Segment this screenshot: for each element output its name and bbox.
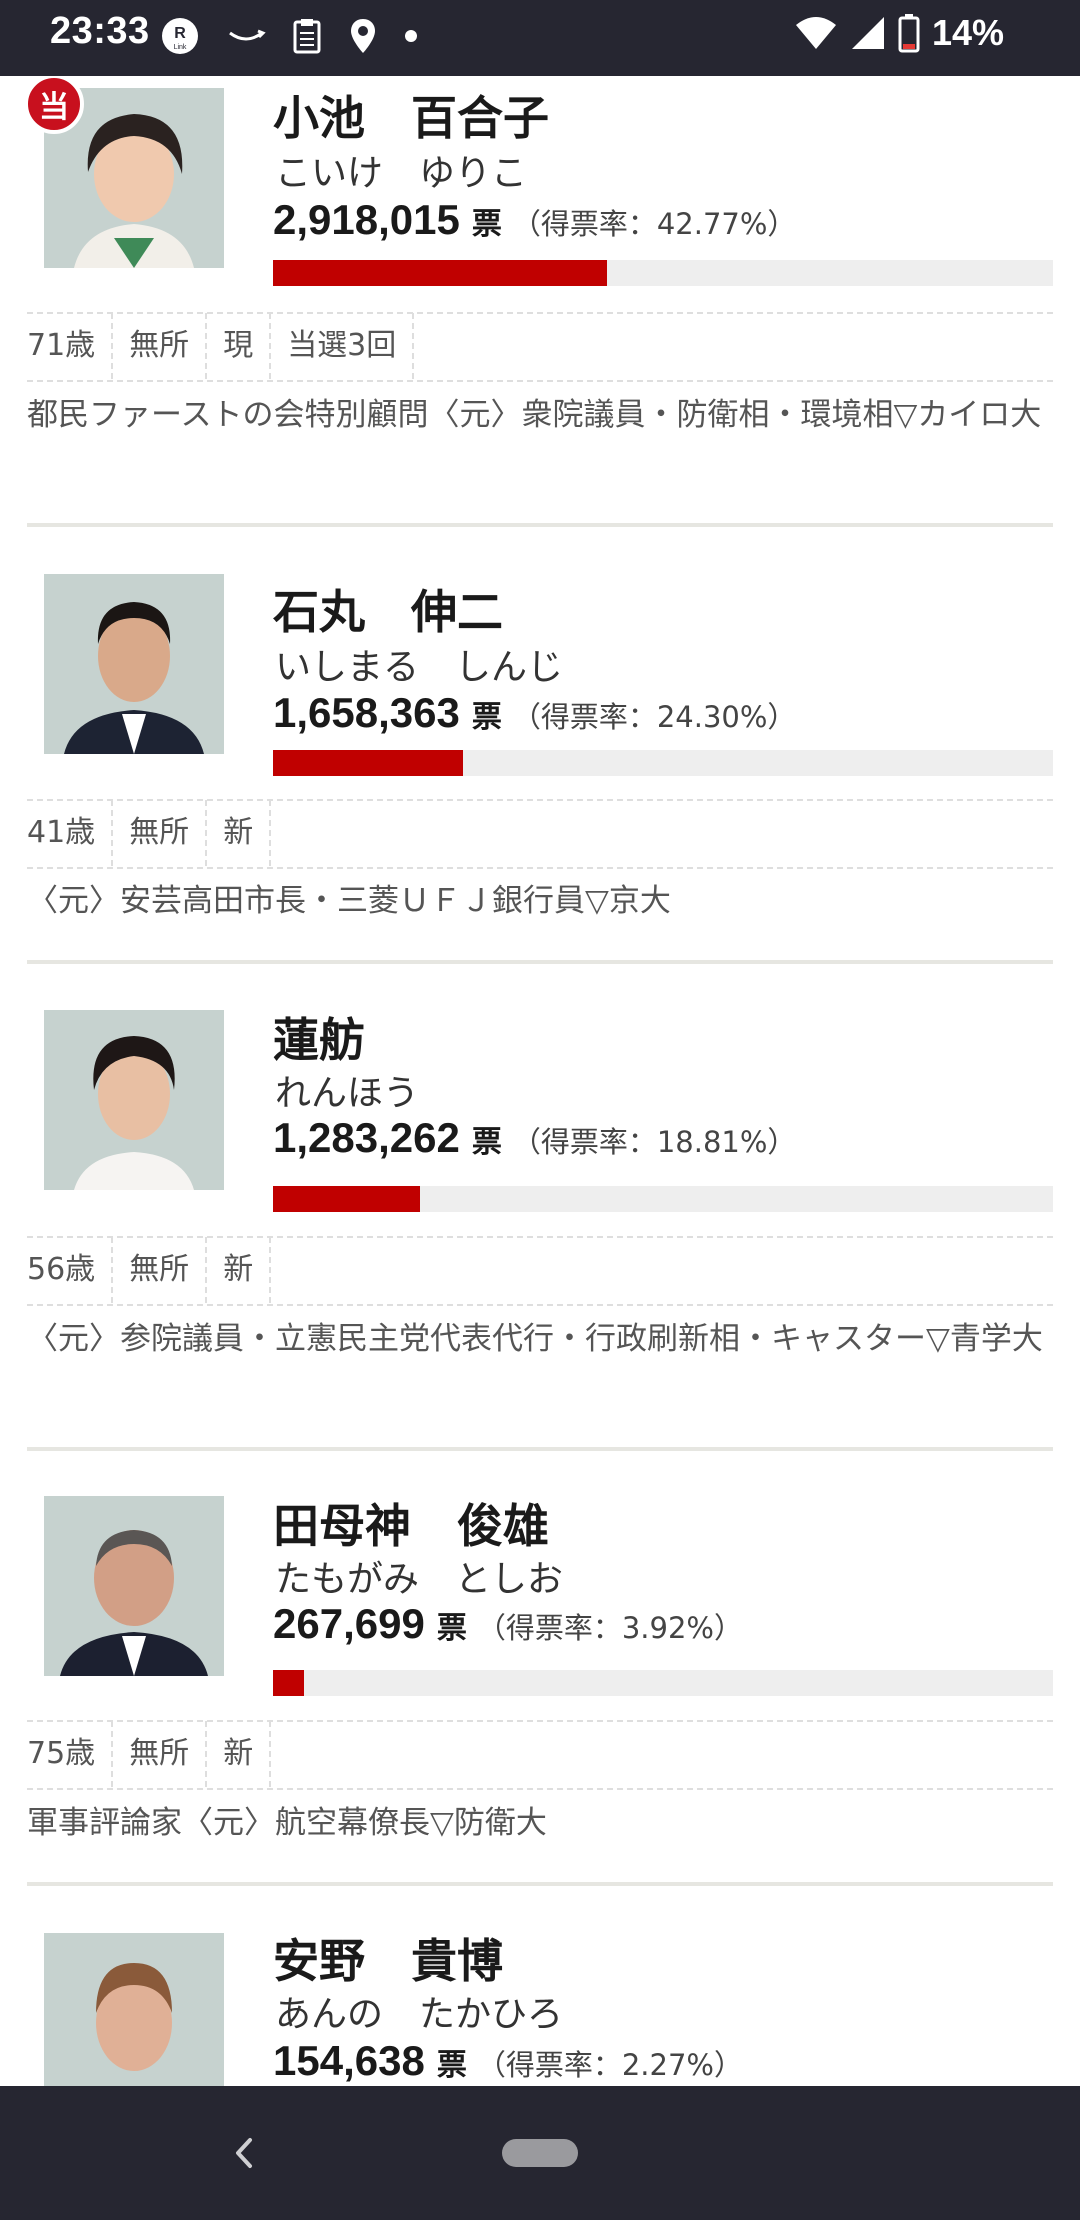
candidate-tags: 75歳 無所新 bbox=[27, 1721, 272, 1787]
candidate-photo bbox=[44, 1933, 224, 2086]
vote-count: 2,918,015 bbox=[273, 196, 460, 243]
svg-text:R: R bbox=[174, 25, 186, 42]
back-chevron-icon[interactable] bbox=[224, 2128, 264, 2178]
home-pill-button[interactable] bbox=[502, 2139, 578, 2167]
vote-rate: （得票率：2.27%） bbox=[476, 2048, 743, 2082]
candidate-kana: れんほう bbox=[275, 1073, 420, 1114]
vote-rate: （得票率：18.81%） bbox=[511, 1125, 797, 1159]
vote-count-row: 1,283,262 票 （得票率：18.81%） bbox=[273, 1114, 796, 1162]
vote-count: 154,638 bbox=[273, 2037, 425, 2084]
status-time: 23:33 bbox=[50, 10, 150, 52]
candidate-kana: こいけ ゆりこ bbox=[275, 153, 528, 194]
vote-count-row: 2,918,015 票 （得票率：42.77%） bbox=[273, 196, 796, 244]
vote-share-bar bbox=[273, 1670, 1053, 1696]
vote-share-bar bbox=[273, 260, 1053, 286]
system-nav-bar bbox=[0, 2086, 1080, 2220]
vote-count: 267,699 bbox=[273, 1600, 425, 1647]
candidate-kana: あんの たかひろ bbox=[275, 1994, 564, 2035]
card-separator bbox=[27, 1447, 1053, 1451]
vote-share-fill bbox=[273, 1670, 304, 1696]
vote-count: 1,283,262 bbox=[273, 1114, 460, 1161]
vote-share-fill bbox=[273, 750, 463, 776]
status-notification-icons: R Link bbox=[160, 14, 418, 58]
candidate-tag: 無所 bbox=[111, 1237, 205, 1303]
candidate-tag: 無所 bbox=[111, 313, 205, 379]
vote-share-fill bbox=[273, 260, 607, 286]
candidate-kana: たもがみ としお bbox=[275, 1559, 564, 1600]
clipboard-icon bbox=[293, 19, 321, 54]
divider bbox=[27, 380, 1053, 382]
r-link-icon: R Link bbox=[162, 18, 198, 54]
candidate-tag: 新 bbox=[205, 800, 272, 866]
vote-count-row: 267,699 票 （得票率：3.92%） bbox=[273, 1600, 743, 1648]
card-separator bbox=[27, 1882, 1053, 1886]
candidate-tag: 現 bbox=[205, 313, 269, 379]
candidate-tags: 56歳 無所新 bbox=[27, 1237, 272, 1303]
candidate-kana: いしまる しんじ bbox=[275, 647, 564, 688]
battery-icon bbox=[898, 14, 920, 53]
candidate-name: 田母神 俊雄 bbox=[273, 1499, 549, 1553]
candidate-tag: 当選3回 bbox=[269, 313, 415, 379]
candidate-name: 蓮舫 bbox=[273, 1013, 365, 1067]
candidate-tag: 56歳 bbox=[27, 1252, 96, 1287]
candidate-tag: 無所 bbox=[111, 800, 205, 866]
divider bbox=[27, 1304, 1053, 1306]
vote-unit: 票 bbox=[471, 207, 502, 242]
candidate-tag: 新 bbox=[205, 1721, 272, 1787]
candidate-tag: 71歳 bbox=[27, 328, 96, 363]
candidate-name: 小池 百合子 bbox=[273, 91, 549, 145]
candidate-photo bbox=[44, 1496, 224, 1676]
candidate-list[interactable]: 当 小池 百合子 こいけ ゆりこ 2,918,015 票（得票率：42.77%） … bbox=[0, 76, 1080, 2086]
vote-share-bar bbox=[273, 1186, 1053, 1212]
signal-icon bbox=[851, 17, 884, 49]
smile-icon bbox=[229, 29, 266, 41]
candidate-tags: 71歳 無所現当選3回 bbox=[27, 313, 415, 379]
divider bbox=[27, 1788, 1053, 1790]
status-bar: 23:33 R Link 14% bbox=[0, 0, 1080, 76]
status-system-icons: 14% bbox=[794, 12, 1004, 54]
candidate-tags: 41歳 無所新 bbox=[27, 800, 272, 866]
vote-count: 1,658,363 bbox=[273, 689, 460, 736]
vote-rate: （得票率：24.30%） bbox=[511, 700, 797, 734]
svg-text:Link: Link bbox=[174, 44, 187, 51]
vote-count-row: 154,638 票 （得票率：2.27%） bbox=[273, 2037, 743, 2085]
candidate-tag: 75歳 bbox=[27, 1736, 96, 1771]
vote-unit: 票 bbox=[471, 700, 502, 735]
card-separator bbox=[27, 960, 1053, 964]
candidate-profile: 〈元〉安芸高田市長・三菱ＵＦＪ銀行員▽京大 bbox=[27, 883, 671, 919]
candidate-photo bbox=[44, 1010, 224, 1190]
candidate-photo bbox=[44, 574, 224, 754]
vote-count-row: 1,658,363 票 （得票率：24.30%） bbox=[273, 689, 796, 737]
vote-unit: 票 bbox=[436, 2048, 467, 2083]
battery-percent: 14% bbox=[931, 12, 1004, 53]
wifi-icon bbox=[795, 17, 836, 49]
vote-rate: （得票率：3.92%） bbox=[476, 1611, 743, 1645]
candidate-tag: 41歳 bbox=[27, 815, 96, 850]
vote-unit: 票 bbox=[471, 1125, 502, 1160]
candidate-tag: 新 bbox=[205, 1237, 272, 1303]
vote-share-fill bbox=[273, 1186, 420, 1212]
dot-icon bbox=[405, 30, 417, 42]
vote-unit: 票 bbox=[436, 1611, 467, 1646]
vote-rate: （得票率：42.77%） bbox=[511, 207, 797, 241]
elected-badge: 当 bbox=[24, 76, 84, 134]
vote-share-bar bbox=[273, 750, 1053, 776]
location-icon bbox=[351, 19, 375, 53]
candidate-profile: 〈元〉参院議員・立憲民主党代表代行・行政刷新相・キャスター▽青学大 bbox=[27, 1321, 1043, 1357]
candidate-name: 石丸 伸二 bbox=[273, 585, 503, 639]
candidate-name: 安野 貴博 bbox=[273, 1934, 503, 1988]
candidate-profile: 軍事評論家〈元〉航空幕僚長▽防衛大 bbox=[27, 1805, 547, 1841]
candidate-profile: 都民ファーストの会特別顧問〈元〉衆院議員・防衛相・環境相▽カイロ大 bbox=[27, 397, 1042, 433]
card-separator bbox=[27, 523, 1053, 527]
divider bbox=[27, 867, 1053, 869]
candidate-tag: 無所 bbox=[111, 1721, 205, 1787]
